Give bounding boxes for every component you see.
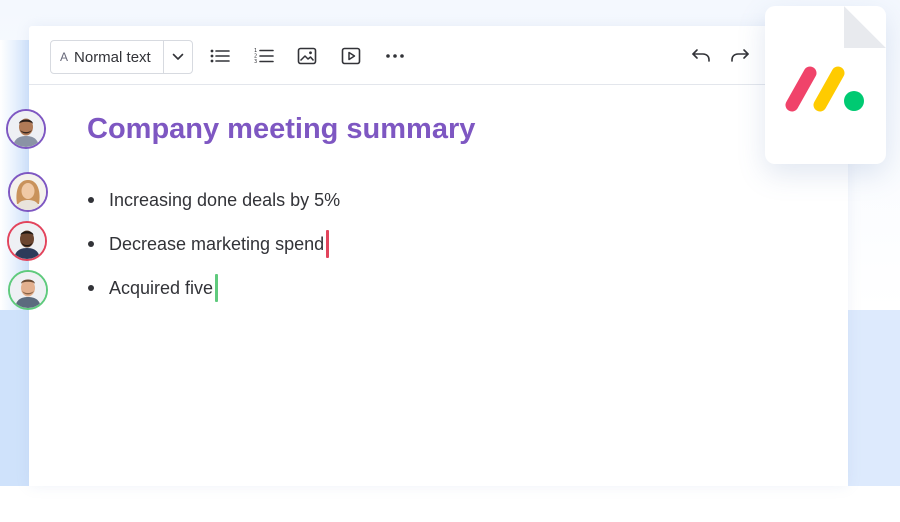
bullet-dot	[88, 285, 94, 291]
avatar[interactable]	[8, 172, 48, 212]
avatar[interactable]	[6, 109, 46, 149]
redo-icon	[731, 49, 749, 62]
text-style-select[interactable]: A Normal text	[50, 40, 193, 74]
collaborator-cursor	[215, 274, 219, 302]
bullet-dot	[88, 241, 94, 247]
bulleted-list-icon	[210, 49, 230, 63]
svg-text:3: 3	[254, 59, 257, 65]
undo-button[interactable]	[688, 43, 714, 69]
list-item-text: Decrease marketing spend	[109, 234, 325, 254]
monday-logo-icon	[785, 66, 864, 112]
more-icon	[386, 54, 404, 58]
bulleted-list-button[interactable]	[207, 43, 233, 69]
background-right	[848, 310, 900, 486]
text-style-label: Normal text	[74, 48, 151, 66]
background-left-lower	[0, 310, 30, 486]
list-item[interactable]: Acquired five	[88, 274, 340, 318]
list-item-text: Acquired five	[109, 278, 214, 298]
file-card	[765, 6, 886, 164]
image-icon	[297, 47, 317, 65]
editor-toolbar: A Normal text 1 2 3	[29, 26, 848, 85]
bullet-dot	[88, 197, 94, 203]
document-title[interactable]: Company meeting summary	[87, 113, 475, 146]
page-fold-icon	[844, 6, 886, 48]
undo-icon	[692, 49, 710, 62]
list-item[interactable]: Increasing done deals by 5%	[88, 186, 340, 230]
numbered-list-button[interactable]: 1 2 3	[251, 43, 277, 69]
video-button[interactable]	[338, 43, 364, 69]
numbered-list-icon: 1 2 3	[254, 48, 274, 65]
avatar[interactable]	[8, 270, 48, 310]
redo-button[interactable]	[727, 43, 753, 69]
bullet-list: Increasing done deals by 5% Decrease mar…	[88, 186, 340, 318]
list-item[interactable]: Decrease marketing spend	[88, 230, 340, 274]
collaborator-cursor	[326, 230, 330, 258]
text-style-icon: A	[60, 50, 69, 64]
list-item-text: Increasing done deals by 5%	[109, 190, 341, 210]
image-button[interactable]	[294, 43, 320, 69]
chevron-down-icon[interactable]	[164, 41, 192, 73]
video-icon	[341, 47, 361, 65]
more-button[interactable]	[382, 43, 408, 69]
avatar[interactable]	[7, 221, 47, 261]
